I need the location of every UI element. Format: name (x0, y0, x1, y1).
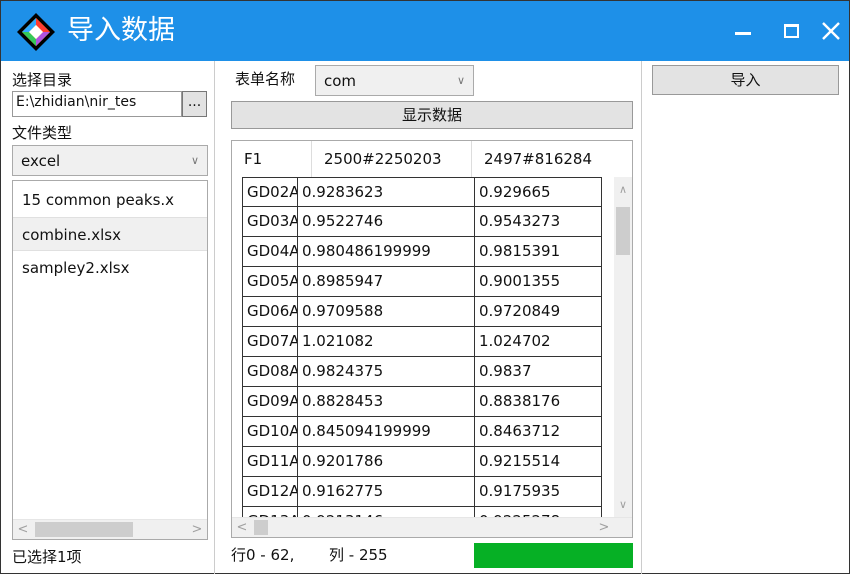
table-cell[interactable]: GD07A (242, 327, 298, 357)
table-cell[interactable]: 0.9213146 (298, 507, 475, 517)
minimize-button[interactable] (727, 15, 759, 47)
table-cell[interactable]: 0.9837 (475, 357, 602, 387)
scroll-up-icon[interactable]: ∧ (614, 183, 632, 196)
table-row[interactable]: GD13A0.92131460.9225278 (242, 507, 617, 517)
table-cell[interactable]: 0.9709588 (298, 297, 475, 327)
scroll-thumb[interactable] (616, 207, 630, 255)
selection-status: 已选择1项 (12, 548, 82, 566)
left-divider (214, 61, 215, 574)
scroll-left-icon[interactable]: < (13, 520, 33, 539)
sheet-value: com (324, 72, 357, 90)
window-title: 导入数据 (67, 15, 175, 46)
table-row[interactable]: GD08A 0.9824375 0.9837 (242, 357, 617, 387)
grid-vscrollbar[interactable]: ∧ ∨ (614, 177, 632, 517)
table-cell[interactable]: GD03A (242, 207, 298, 237)
table-cell[interactable]: GD10A (242, 417, 298, 447)
chevron-down-icon: ∨ (456, 74, 465, 87)
column-status: 列 - 255 (329, 546, 388, 564)
table-cell[interactable]: 0.8828453 (298, 387, 475, 417)
table-row[interactable]: GD02A 0.9283623 0.929665 (242, 177, 617, 207)
browse-button[interactable]: ... (182, 91, 207, 117)
table-cell[interactable]: GD09A (242, 387, 298, 417)
table-cell[interactable]: 0.8985947 (298, 267, 475, 297)
table-cell[interactable]: GD13A (242, 507, 298, 517)
table-cell[interactable]: 0.845094199999 (298, 417, 475, 447)
dir-label: 选择目录 (12, 71, 73, 89)
scroll-thumb[interactable] (35, 522, 133, 537)
table-cell[interactable]: 0.9522746 (298, 207, 475, 237)
table-row[interactable]: GD09A 0.8828453 0.8838176 (242, 387, 617, 417)
file-type-select[interactable]: excel ∨ (12, 145, 208, 176)
grid-hscrollbar[interactable]: < > (232, 517, 632, 537)
table-cell[interactable]: 1.021082 (298, 327, 475, 357)
table-cell[interactable]: 0.9720849 (475, 297, 602, 327)
file-type-value: excel (21, 152, 61, 170)
data-grid[interactable]: F1 2500#2250203 2497#816284 GD02A 0.92836… (231, 140, 633, 538)
app-logo-icon (17, 13, 55, 51)
table-cell[interactable]: GD05A (242, 267, 298, 297)
table-cell[interactable]: 0.9201786 (298, 447, 475, 477)
scroll-down-icon[interactable]: ∨ (614, 498, 632, 511)
list-item[interactable]: sampley2.xlsx (13, 251, 207, 285)
table-cell[interactable]: 0.9824375 (298, 357, 475, 387)
column-header[interactable]: 2497#816284 (472, 141, 622, 177)
table-row[interactable]: GD11A 0.9201786 0.9215514 (242, 447, 617, 477)
scroll-thumb[interactable] (254, 520, 268, 535)
import-button[interactable]: 导入 (652, 65, 839, 95)
table-cell[interactable]: 0.9162775 (298, 477, 475, 507)
table-cell[interactable]: 0.980486199999 (298, 237, 475, 267)
column-header[interactable]: 2500#2250203 (312, 141, 472, 177)
table-cell[interactable]: 0.929665 (475, 177, 602, 207)
scroll-right-icon[interactable]: > (187, 520, 207, 539)
table-cell[interactable]: 0.9215514 (475, 447, 602, 477)
table-cell[interactable]: 0.9225278 (475, 507, 602, 517)
table-cell[interactable]: 0.9001355 (475, 267, 602, 297)
grid-header: F1 2500#2250203 2497#816284 (232, 141, 622, 177)
maximize-icon (783, 24, 799, 38)
progress-bar (474, 543, 633, 568)
table-row[interactable]: GD06A 0.9709588 0.9720849 (242, 297, 617, 327)
table-cell[interactable]: GD04A (242, 237, 298, 267)
chevron-down-icon: ∨ (190, 154, 199, 167)
row-status: 行0 - 62, (231, 546, 295, 564)
table-cell[interactable]: 0.9283623 (298, 177, 475, 207)
maximize-button[interactable] (775, 15, 807, 47)
minimize-icon (735, 31, 751, 35)
table-cell[interactable]: 0.9543273 (475, 207, 602, 237)
list-item[interactable]: combine.xlsx (13, 217, 207, 251)
table-cell[interactable]: GD08A (242, 357, 298, 387)
show-data-button[interactable]: 显示数据 (231, 101, 633, 129)
table-row[interactable]: GD10A 0.845094199999 0.8463712 (242, 417, 617, 447)
table-row[interactable]: GD03A 0.9522746 0.9543273 (242, 207, 617, 237)
sheet-select[interactable]: com ∨ (315, 65, 474, 96)
table-row[interactable]: GD04A 0.980486199999 0.9815391 (242, 237, 617, 267)
close-button[interactable] (815, 15, 847, 47)
column-header[interactable]: F1 (232, 141, 312, 177)
table-row[interactable]: GD12A 0.9162775 0.9175935 (242, 477, 617, 507)
title-bar: 导入数据 (0, 0, 850, 61)
close-icon (822, 22, 840, 40)
list-item[interactable]: 15 common peaks.x (13, 183, 207, 217)
table-cell[interactable]: GD02A (242, 177, 298, 207)
directory-input[interactable]: E:\zhidian\nir_tes (12, 91, 182, 117)
table-cell[interactable]: 0.8463712 (475, 417, 602, 447)
table-cell[interactable]: GD12A (242, 477, 298, 507)
file-list[interactable]: 15 common peaks.x combine.xlsx sampley2.… (12, 180, 208, 540)
table-row[interactable]: GD07A 1.021082 1.024702 (242, 327, 617, 357)
table-row[interactable]: GD05A 0.8985947 0.9001355 (242, 267, 617, 297)
table-cell[interactable]: 1.024702 (475, 327, 602, 357)
table-cell[interactable]: 0.9815391 (475, 237, 602, 267)
scroll-left-icon[interactable]: < (232, 518, 252, 537)
table-cell[interactable]: GD11A (242, 447, 298, 477)
file-type-label: 文件类型 (12, 124, 73, 142)
grid-body: GD02A 0.9283623 0.929665 GD03A 0.9522746 0.95… (242, 177, 617, 517)
table-cell[interactable]: 0.9175935 (475, 477, 602, 507)
sheet-label: 表单名称 (235, 70, 296, 88)
right-divider (641, 61, 642, 574)
table-cell[interactable]: GD06A (242, 297, 298, 327)
scroll-right-icon[interactable]: > (594, 518, 614, 537)
file-list-hscrollbar[interactable]: < > (13, 519, 207, 539)
table-cell[interactable]: 0.8838176 (475, 387, 602, 417)
